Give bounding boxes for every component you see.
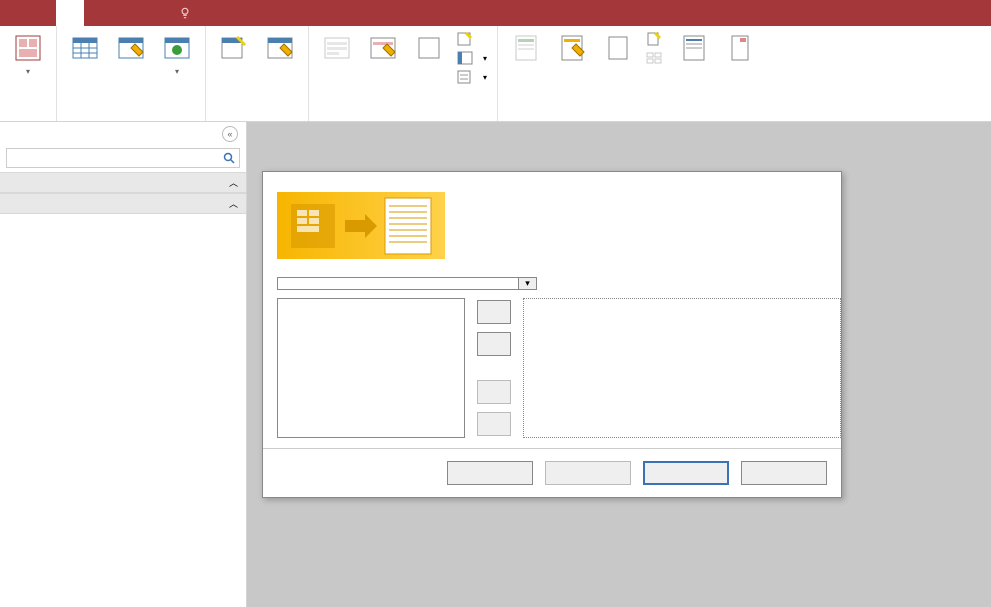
search-icon[interactable]: [219, 149, 239, 167]
tab-external[interactable]: [84, 0, 112, 26]
sharepoint-icon: [161, 32, 193, 64]
group-templates-label: [6, 116, 50, 119]
form-design-button[interactable]: [361, 30, 405, 68]
query-design-icon: [264, 32, 296, 64]
other-forms-button[interactable]: ▾: [453, 68, 491, 86]
blank-report-icon: [602, 32, 634, 64]
table-query-combo[interactable]: ▾: [277, 277, 537, 290]
hagaki-wizard-button[interactable]: [718, 30, 762, 68]
remove-all-fields-button: [477, 412, 511, 436]
chevron-down-icon: ▾: [175, 67, 179, 76]
document-canvas: ▾: [247, 122, 991, 607]
cancel-button[interactable]: [447, 461, 533, 485]
hagaki-icon: [724, 32, 756, 64]
wizard-illustration: [277, 192, 445, 259]
navigation-icon: [457, 50, 473, 66]
query-design-button[interactable]: [258, 30, 302, 68]
chevron-down-icon[interactable]: ▾: [518, 278, 536, 289]
form-button: [315, 30, 359, 68]
report-icon: [510, 32, 542, 64]
query-wizard-icon: [218, 32, 250, 64]
blank-form-icon: [413, 32, 445, 64]
chevron-up-icon: ︿: [229, 197, 238, 210]
blank-report-button[interactable]: [596, 30, 640, 68]
chevron-up-icon: ︿: [229, 176, 238, 189]
group-forms-label: [315, 116, 491, 119]
tab-file[interactable]: [0, 0, 28, 26]
denpyo-icon: [678, 32, 710, 64]
tab-home[interactable]: [28, 0, 56, 26]
lightbulb-icon: [178, 6, 192, 20]
app-parts-button[interactable]: ▾: [6, 30, 50, 78]
report-wizard-button[interactable]: [642, 30, 670, 48]
next-button[interactable]: [643, 461, 729, 485]
tellme-box[interactable]: [168, 0, 208, 26]
other-forms-icon: [457, 69, 473, 85]
table-icon: [69, 32, 101, 64]
form-icon: [321, 32, 353, 64]
denpyo-wizard-button[interactable]: [672, 30, 716, 68]
chevron-down-icon: ▾: [483, 54, 487, 63]
sharepoint-lists-button[interactable]: ▾: [155, 30, 199, 78]
wizard-title: [263, 172, 841, 188]
available-fields-list[interactable]: [277, 298, 465, 438]
report-button: [504, 30, 548, 68]
finish-button[interactable]: [741, 461, 827, 485]
table-query-value: [278, 278, 518, 289]
group-reports-label: [504, 116, 762, 119]
table-design-icon: [115, 32, 147, 64]
labels-icon: [646, 50, 662, 66]
navigation-button[interactable]: ▾: [453, 49, 491, 67]
table-design-button[interactable]: [109, 30, 153, 68]
remove-field-button: [477, 380, 511, 404]
navigation-pane: « ︿ ︿: [0, 122, 247, 607]
report-wizard-dialog: ▾: [262, 171, 842, 498]
report-design-button[interactable]: [550, 30, 594, 68]
query-wizard-button[interactable]: [212, 30, 256, 68]
report-wizard-icon: [646, 31, 662, 47]
add-all-fields-button[interactable]: [477, 332, 511, 356]
nav-group-queries[interactable]: ︿: [0, 193, 246, 214]
chevron-down-icon: ▾: [26, 67, 30, 76]
report-design-icon: [556, 32, 588, 64]
group-queries-label: [212, 116, 302, 119]
nav-search[interactable]: [6, 148, 240, 168]
add-field-button[interactable]: [477, 300, 511, 324]
back-button: [545, 461, 631, 485]
group-tables-label: [63, 116, 199, 119]
form-design-icon: [367, 32, 399, 64]
tab-create[interactable]: [56, 0, 84, 26]
nav-group-tables[interactable]: ︿: [0, 172, 246, 193]
form-wizard-button[interactable]: [453, 30, 491, 48]
app-parts-icon: [12, 32, 44, 64]
tab-help[interactable]: [140, 0, 168, 26]
collapse-nav-icon[interactable]: «: [222, 126, 238, 142]
labels-button: [642, 49, 670, 67]
chevron-down-icon: ▾: [483, 73, 487, 82]
blank-form-button[interactable]: [407, 30, 451, 68]
form-wizard-icon: [457, 31, 473, 47]
selected-fields-list[interactable]: [523, 298, 841, 438]
ribbon: ▾ ▾: [0, 26, 991, 122]
tab-dbtools[interactable]: [112, 0, 140, 26]
ribbon-tabstrip: [0, 0, 991, 26]
table-button[interactable]: [63, 30, 107, 68]
search-input[interactable]: [7, 149, 219, 167]
